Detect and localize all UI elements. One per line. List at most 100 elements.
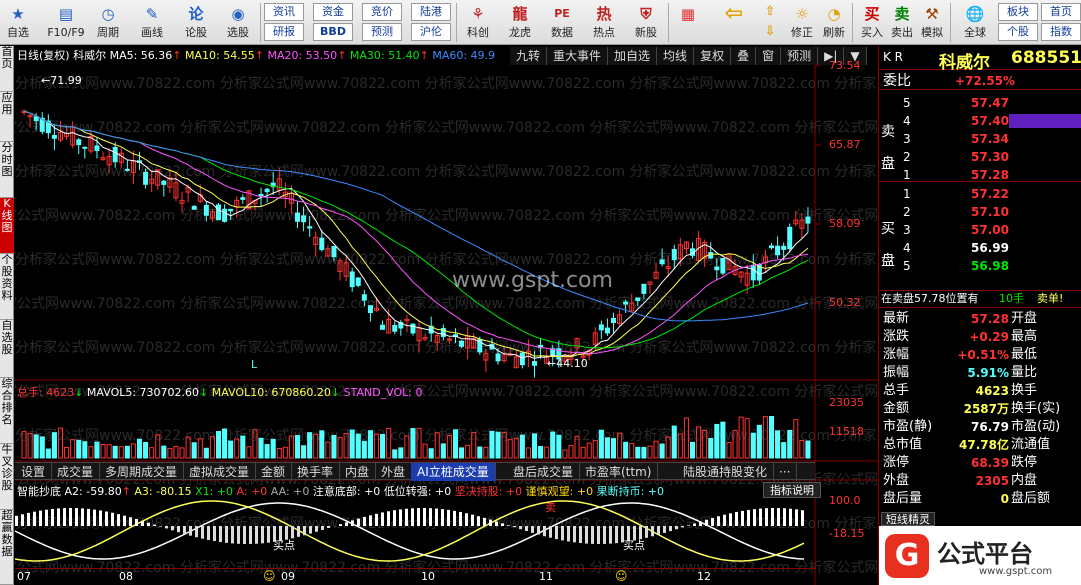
add-watchlist-button[interactable]: 加自选 — [608, 47, 658, 65]
research-button[interactable]: 研报 — [264, 23, 304, 41]
shanghai-london-button[interactable]: 沪伦 — [411, 23, 451, 41]
period-button[interactable]: ◷ 周期 — [90, 2, 126, 43]
volume-bar — [531, 433, 538, 459]
candle-body — [33, 116, 39, 122]
stock-select-button[interactable]: ◉ 选股 — [220, 2, 256, 43]
up-down-button[interactable]: ⇧ ⇩ — [756, 2, 784, 43]
ma-button[interactable]: 均线 — [657, 47, 695, 65]
indicator-tab[interactable]: 多周期成交量 — [99, 463, 185, 481]
indicator-bar — [651, 526, 654, 537]
indicator-tab[interactable]: AI立桩成交量 — [411, 463, 496, 481]
overlay-button[interactable]: 叠 — [731, 47, 757, 65]
news-button[interactable]: 资讯 — [264, 3, 304, 21]
tab-watchlist[interactable]: 自选股 — [0, 320, 14, 378]
hk-connect-button[interactable]: 陆港 — [411, 3, 451, 21]
indicator-bar — [795, 509, 798, 526]
ask-level-4[interactable]: 4 57.40 — [879, 112, 1081, 130]
bbd-button[interactable]: BBD — [313, 23, 353, 41]
kechuang-icon: ⚘ — [471, 5, 485, 23]
short-line-tab[interactable]: 短线精灵 — [881, 512, 935, 526]
nine-turn-button[interactable]: 九转 — [510, 47, 548, 65]
ask-level-1[interactable]: 1 57.28 — [879, 166, 1081, 184]
dragon-tiger-button[interactable]: 龍龙虎 — [502, 2, 538, 43]
indicator-tab[interactable]: 陆股通持股变化 — [677, 463, 775, 481]
volume-bar — [550, 431, 556, 459]
candlestick-series — [21, 109, 811, 378]
aa-label: AA: +0 — [270, 485, 310, 498]
new-stock-button[interactable]: ⛨ 新股 — [628, 2, 664, 43]
stock-button[interactable]: 个股 — [998, 23, 1038, 41]
tab-ranking[interactable]: 综合排名 — [0, 378, 14, 444]
indicator-bar — [453, 510, 456, 526]
volume-total: 总手: 4623 — [17, 386, 75, 399]
ask-level-2[interactable]: 2 57.30 — [879, 148, 1081, 166]
home-button[interactable]: 首页 — [1041, 3, 1081, 21]
forecast-button[interactable]: 预测 — [362, 23, 402, 41]
back-button[interactable]: ⇦ — [718, 2, 750, 43]
volume-bar — [787, 429, 793, 459]
indicator-tab[interactable]: ··· — [773, 463, 798, 481]
chart-area[interactable]: 分析家公式网www.70822.com 分析家公式网www.70822.com … — [15, 46, 877, 585]
forecast-chart-button[interactable]: 预测 — [781, 47, 819, 65]
volume-bar — [161, 445, 167, 459]
price-axis-label: 65.87 — [829, 138, 861, 151]
global-button[interactable]: 🌐 全球 — [954, 2, 996, 43]
data-button[interactable]: PE 数据 — [544, 2, 580, 43]
simulate-button[interactable]: ⚒ 模拟 — [916, 2, 948, 43]
window-button[interactable]: 窗 — [756, 47, 782, 65]
major-event-button[interactable]: 重大事件 — [547, 47, 609, 65]
discuss-button[interactable]: 论论股 — [178, 2, 214, 43]
indicator-tab[interactable]: 市盈率(ttm) — [579, 463, 659, 481]
fix-button[interactable]: ☼ 修正 — [786, 2, 818, 43]
tab-apps[interactable]: 应用 — [0, 92, 14, 142]
indicator-tab[interactable]: 盘后成交量 — [507, 463, 581, 481]
volume-bar — [130, 443, 136, 459]
tab-diagnosis[interactable]: 牛叉诊股 — [0, 444, 14, 510]
color-grid-button[interactable]: ▦ — [672, 2, 704, 43]
smiley-icon[interactable]: ☺ — [263, 569, 276, 583]
tab-intraday[interactable]: 分时图 — [0, 142, 14, 198]
kechuang-button[interactable]: ⚘ 科创 — [460, 2, 496, 43]
f10-button[interactable]: ▤ F10/F9 — [44, 2, 88, 43]
draw-line-button[interactable]: ✎ 画线 — [134, 2, 170, 43]
sector-button[interactable]: 板块 — [998, 3, 1038, 21]
hot-button[interactable]: 热热点 — [586, 2, 622, 43]
tab-home[interactable]: 首页 — [0, 46, 14, 92]
indicator-tab[interactable]: 换手率 — [291, 463, 341, 481]
tab-data[interactable]: 超赢数据 — [0, 510, 14, 585]
funds-button[interactable]: 资金 — [313, 3, 353, 21]
candle-body — [781, 245, 787, 250]
chart-canvas[interactable]: 分析家公式网www.70822.com 分析家公式网www.70822.com … — [15, 46, 877, 585]
refresh-button[interactable]: ◔ 刷新 — [818, 2, 850, 43]
tab-kline[interactable]: K线图 — [0, 198, 14, 254]
volume-bar — [477, 446, 483, 459]
sell-button[interactable]: 卖卖出 — [886, 2, 918, 43]
buy-button[interactable]: 买买入 — [856, 2, 888, 43]
indicator-tab[interactable]: 金额 — [255, 463, 293, 481]
indicator-bar — [303, 526, 306, 536]
indicator-tab[interactable]: 外盘 — [375, 463, 413, 481]
ask-level-3[interactable]: 3 57.34 — [879, 130, 1081, 148]
index-button[interactable]: 指数 — [1041, 23, 1081, 41]
indicator-tab[interactable]: 虚拟成交量 — [183, 463, 257, 481]
ask-level-5[interactable]: 5 57.47 — [879, 94, 1081, 112]
bid-level-4[interactable]: 4 56.99 — [879, 239, 1081, 257]
smiley-icon[interactable]: ☺ — [615, 569, 628, 583]
bid-level-5[interactable]: 5 56.98 — [879, 257, 1081, 275]
bid-level-1[interactable]: 1 57.22 — [879, 185, 1081, 203]
indicator-bar — [57, 508, 60, 526]
indicator-tab[interactable]: 内盘 — [339, 463, 377, 481]
adjust-button[interactable]: 复权 — [694, 47, 732, 65]
indicator-help-button[interactable]: 指标说明 — [763, 482, 821, 498]
bid-level-3[interactable]: 3 57.00 — [879, 221, 1081, 239]
indicator-tab[interactable]: 成交量 — [51, 463, 101, 481]
auction-button[interactable]: 竞价 — [362, 3, 402, 21]
ma-line — [23, 110, 809, 358]
tab-profile[interactable]: 个股资料 — [0, 254, 14, 320]
volume-bar — [76, 439, 82, 459]
volume-bar — [143, 442, 149, 459]
indicator-tab[interactable]: 设置 — [15, 463, 53, 481]
time-axis-label: 07 — [17, 570, 31, 583]
bid-level-2[interactable]: 2 57.10 — [879, 203, 1081, 221]
favorites-button[interactable]: ★ 自选 — [2, 2, 34, 43]
